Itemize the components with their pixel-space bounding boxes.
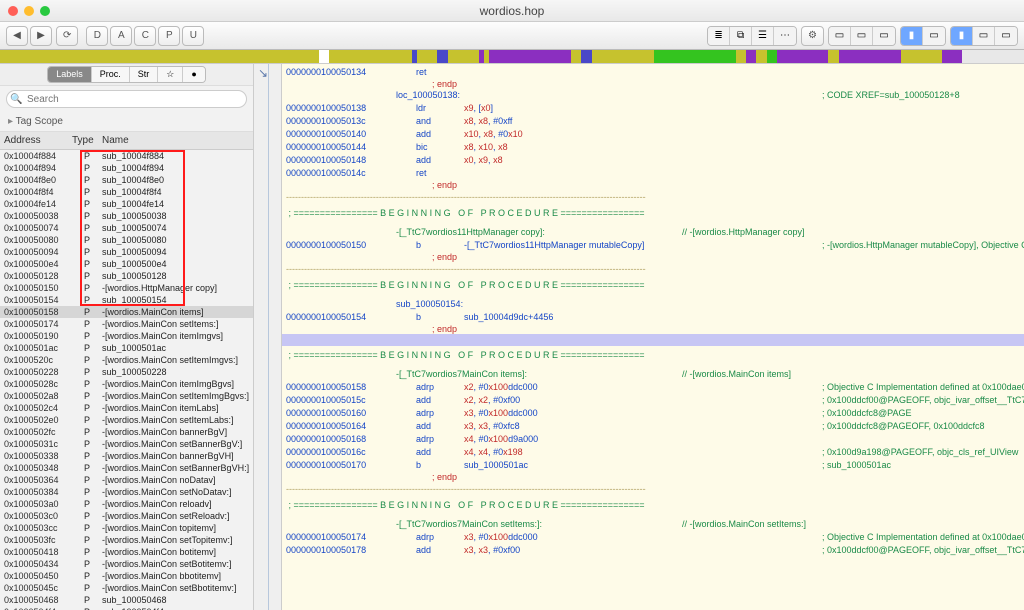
sidebar-tab-0[interactable]: Labels xyxy=(48,67,92,82)
symbol-row[interactable]: 0x10005028cP-[wordios.MainCon itemImgBgv… xyxy=(0,378,253,390)
window-title: wordios.hop xyxy=(480,4,545,18)
nav-back-button[interactable]: ◀ xyxy=(6,26,28,46)
symbol-row[interactable]: 0x1000504f4Psub_1000504f4 xyxy=(0,606,253,610)
navigation-bar[interactable] xyxy=(0,50,1024,64)
panel-segmented-c[interactable]: ▮ ▭ ▭ xyxy=(950,26,1018,46)
symbol-row[interactable]: 0x100050080Psub_100050080 xyxy=(0,234,253,246)
panel-c-2[interactable]: ▭ xyxy=(973,27,995,45)
symbol-row[interactable]: 0x10004f884Psub_10004f884 xyxy=(0,150,253,162)
search-row: 🔍 xyxy=(0,86,253,112)
traffic-lights xyxy=(8,6,50,16)
titlebar: wordios.hop xyxy=(0,0,1024,22)
seg-2[interactable]: ⧉ xyxy=(730,27,752,45)
symbol-row[interactable]: 0x1000502c4P-[wordios.MainCon itemLabs] xyxy=(0,402,253,414)
search-icon: 🔍 xyxy=(10,94,22,105)
symbol-row[interactable]: 0x100050190P-[wordios.MainCon itemImgvs] xyxy=(0,330,253,342)
sidebar-tab-2[interactable]: Str xyxy=(130,67,159,82)
panel-c-3[interactable]: ▭ xyxy=(995,27,1017,45)
symbol-row[interactable]: 0x1000502e0P-[wordios.MainCon setItemLab… xyxy=(0,414,253,426)
tag-scope-toggle[interactable]: Tag Scope xyxy=(0,112,253,132)
mode-d-button[interactable]: D xyxy=(86,26,108,46)
sidebar-tab-4[interactable]: ● xyxy=(183,67,204,82)
gutter-arrow-icon: ↘ xyxy=(258,66,268,80)
sidebar: LabelsProc.Str☆● 🔍 Tag Scope Address Typ… xyxy=(0,64,254,610)
symbol-row[interactable]: 0x100050158P-[wordios.MainCon items] xyxy=(0,306,253,318)
mode-a-button[interactable]: A xyxy=(110,26,132,46)
symbol-row[interactable]: 0x10005031cP-[wordios.MainCon setBannerB… xyxy=(0,438,253,450)
symbol-row[interactable]: 0x100050418P-[wordios.MainCon botitemv] xyxy=(0,546,253,558)
panel-segmented-a[interactable]: ▭ ▭ ▭ xyxy=(828,26,896,46)
sidebar-tabs: LabelsProc.Str☆● xyxy=(0,64,253,86)
col-type[interactable]: Type xyxy=(68,132,98,149)
symbol-row[interactable]: 0x100050468Psub_100050468 xyxy=(0,594,253,606)
symbol-row[interactable]: 0x100050228Psub_100050228 xyxy=(0,366,253,378)
symbol-row[interactable]: 0x1000520cP-[wordios.MainCon setItemImgv… xyxy=(0,354,253,366)
symbol-row[interactable]: 0x100050154Psub_100050154 xyxy=(0,294,253,306)
toolbar: ◀ ▶ ⟳ D A C P U ≣ ⧉ ☰ ⋯ ⚙ ▭ ▭ ▭ ▮ ▭ ▮ ▭ … xyxy=(0,22,1024,50)
panel-a-2[interactable]: ▭ xyxy=(851,27,873,45)
mode-p-button[interactable]: P xyxy=(158,26,180,46)
disassembly-view[interactable]: 0000000100050134ret; endploc_100050138:;… xyxy=(282,64,1024,610)
symbol-row[interactable]: 0x10005045cP-[wordios.MainCon setBbotite… xyxy=(0,582,253,594)
symbol-row[interactable]: 0x100050038Psub_100050038 xyxy=(0,210,253,222)
nav-forward-button[interactable]: ▶ xyxy=(30,26,52,46)
close-icon[interactable] xyxy=(8,6,18,16)
symbol-row[interactable]: 0x100050384P-[wordios.MainCon setNoDatav… xyxy=(0,486,253,498)
panel-b-2[interactable]: ▭ xyxy=(923,27,945,45)
symbol-row[interactable]: 0x100050434P-[wordios.MainCon setBotitem… xyxy=(0,558,253,570)
symbol-row[interactable]: 0x10004f8e0Psub_10004f8e0 xyxy=(0,174,253,186)
symbol-row[interactable]: 0x1000501acPsub_1000501ac xyxy=(0,342,253,354)
symbol-row[interactable]: 0x1000502a8P-[wordios.MainCon setItemImg… xyxy=(0,390,253,402)
seg-1[interactable]: ≣ xyxy=(708,27,730,45)
symbol-row[interactable]: 0x100050150P-[wordios.HttpManager copy] xyxy=(0,282,253,294)
sidebar-tab-3[interactable]: ☆ xyxy=(158,67,183,82)
symbol-row[interactable]: 0x1000500e4Psub_1000500e4 xyxy=(0,258,253,270)
panel-a-1[interactable]: ▭ xyxy=(829,27,851,45)
symbol-columns: Address Type Name xyxy=(0,132,253,150)
symbol-list[interactable]: 0x10004f884Psub_10004f8840x10004f894Psub… xyxy=(0,150,253,610)
symbol-row[interactable]: 0x100050338P-[wordios.MainCon bannerBgVH… xyxy=(0,450,253,462)
symbol-row[interactable]: 0x100050074Psub_100050074 xyxy=(0,222,253,234)
col-address[interactable]: Address xyxy=(0,132,68,149)
symbol-row[interactable]: 0x1000502fcP-[wordios.MainCon bannerBgV] xyxy=(0,426,253,438)
panel-a-3[interactable]: ▭ xyxy=(873,27,895,45)
zoom-icon[interactable] xyxy=(40,6,50,16)
panel-b-1[interactable]: ▮ xyxy=(901,27,923,45)
symbol-row[interactable]: 0x1000503fcP-[wordios.MainCon setTopitem… xyxy=(0,534,253,546)
symbol-row[interactable]: 0x100050094Psub_100050094 xyxy=(0,246,253,258)
sidebar-tab-1[interactable]: Proc. xyxy=(92,67,130,82)
symbol-row[interactable]: 0x10004f8f4Psub_10004f8f4 xyxy=(0,186,253,198)
symbol-row[interactable]: 0x100050450P-[wordios.MainCon bbotitemv] xyxy=(0,570,253,582)
symbol-row[interactable]: 0x10004fe14Psub_10004fe14 xyxy=(0,198,253,210)
symbol-row[interactable]: 0x1000503a0P-[wordios.MainCon reloadv] xyxy=(0,498,253,510)
gear-button[interactable]: ⚙ xyxy=(801,26,824,46)
seg-4[interactable]: ⋯ xyxy=(774,27,796,45)
symbol-row[interactable]: 0x100050364P-[wordios.MainCon noDatav] xyxy=(0,474,253,486)
panel-c-1[interactable]: ▮ xyxy=(951,27,973,45)
minimize-icon[interactable] xyxy=(24,6,34,16)
symbol-row[interactable]: 0x100050174P-[wordios.MainCon setItems:] xyxy=(0,318,253,330)
gear-icon: ⚙ xyxy=(808,30,817,41)
symbol-row[interactable]: 0x100050128Psub_100050128 xyxy=(0,270,253,282)
mode-u-button[interactable]: U xyxy=(182,26,204,46)
panel-segmented-b[interactable]: ▮ ▭ xyxy=(900,26,946,46)
gutter: ↘ xyxy=(254,64,282,610)
symbol-row[interactable]: 0x1000503c0P-[wordios.MainCon setReloadv… xyxy=(0,510,253,522)
search-input[interactable] xyxy=(6,90,247,108)
symbol-row[interactable]: 0x100050348P-[wordios.MainCon setBannerB… xyxy=(0,462,253,474)
mode-c-button[interactable]: C xyxy=(134,26,156,46)
refresh-button[interactable]: ⟳ xyxy=(56,26,78,46)
symbol-row[interactable]: 0x10004f894Psub_10004f894 xyxy=(0,162,253,174)
seg-3[interactable]: ☰ xyxy=(752,27,774,45)
symbol-row[interactable]: 0x1000503ccP-[wordios.MainCon topitemv] xyxy=(0,522,253,534)
col-name[interactable]: Name xyxy=(98,132,253,149)
view-segmented[interactable]: ≣ ⧉ ☰ ⋯ xyxy=(707,26,797,46)
